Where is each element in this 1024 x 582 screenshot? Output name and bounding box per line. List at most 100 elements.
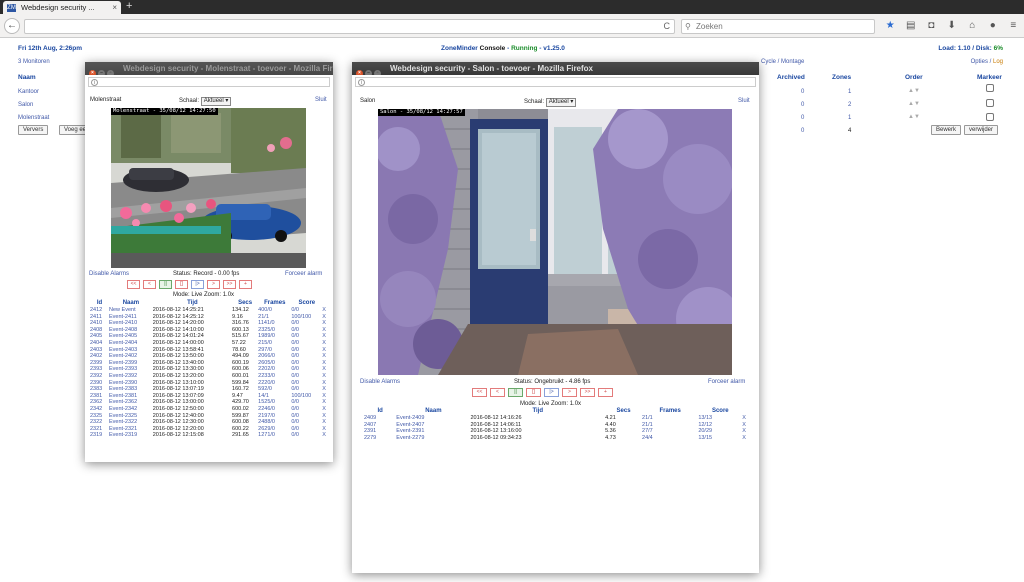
event-frames-link[interactable]: 2629/0	[258, 426, 291, 433]
event-score-link[interactable]: 0/0	[291, 432, 322, 439]
event-name-link[interactable]: Event-2325	[109, 413, 153, 420]
monitor-zones[interactable]: 1	[848, 115, 851, 121]
event-name-link[interactable]: Event-2410	[109, 320, 153, 327]
monitor-name-link[interactable]: Kantoor	[18, 89, 39, 95]
event-frames-link[interactable]: 2605/0	[258, 360, 291, 367]
event-frames-link[interactable]: 1271/0	[258, 432, 291, 439]
disable-alarms-link[interactable]: Disable Alarms	[360, 379, 400, 385]
pocket-icon[interactable]: ◘	[921, 18, 942, 34]
event-frames-link[interactable]: 2233/0	[258, 373, 291, 380]
slow-rewind-button[interactable]: <	[143, 280, 156, 289]
event-frames-link[interactable]: 21/1	[642, 422, 698, 429]
event-name-link[interactable]: Event-2319	[109, 432, 153, 439]
event-score-link[interactable]: 13/13	[698, 415, 742, 422]
event-id-link[interactable]: 2403	[90, 347, 109, 354]
slow-rewind-button[interactable]: <	[490, 388, 505, 397]
event-id-link[interactable]: 2405	[90, 333, 109, 340]
star-icon[interactable]: ★	[880, 18, 901, 34]
delete-event-icon[interactable]: X	[322, 340, 328, 347]
event-score-link[interactable]: 20/29	[698, 428, 742, 435]
event-score-link[interactable]: 13/15	[698, 435, 742, 442]
delete-event-icon[interactable]: X	[322, 419, 328, 426]
event-name-link[interactable]: Event-2321	[109, 426, 153, 433]
monitor-archived[interactable]: 0	[801, 102, 804, 108]
back-button[interactable]: ←	[4, 18, 20, 34]
event-score-link[interactable]: 0/0	[291, 307, 322, 314]
event-id-link[interactable]: 2412	[90, 307, 109, 314]
order-arrows-icon[interactable]: ▲▼	[908, 88, 920, 94]
zoom-in-button[interactable]: +	[239, 280, 252, 289]
event-score-link[interactable]: 0/0	[291, 353, 322, 360]
mark-checkbox[interactable]	[986, 113, 994, 121]
event-frames-link[interactable]: 1525/0	[258, 399, 291, 406]
event-frames-link[interactable]: 2325/0	[258, 327, 291, 334]
event-id-link[interactable]: 2393	[90, 366, 109, 373]
event-id-link[interactable]: 2399	[90, 360, 109, 367]
window-url-bar[interactable]: i	[355, 77, 756, 87]
event-name-link[interactable]: Event-2383	[109, 386, 153, 393]
play-button[interactable]: |>	[544, 388, 559, 397]
event-score-link[interactable]: 100/100	[291, 314, 322, 321]
column-score[interactable]: Score	[698, 408, 742, 415]
event-name-link[interactable]: Event-2390	[109, 380, 153, 387]
window-url-bar[interactable]: i	[88, 77, 330, 87]
event-score-link[interactable]: 0/0	[291, 347, 322, 354]
delete-event-icon[interactable]: X	[322, 320, 328, 327]
column-time[interactable]: Tijd	[470, 408, 605, 415]
event-name-link[interactable]: New Event	[109, 307, 153, 314]
url-bar[interactable]: C	[24, 19, 675, 34]
column-secs[interactable]: Secs	[605, 408, 642, 415]
event-name-link[interactable]: Event-2399	[109, 360, 153, 367]
delete-event-icon[interactable]: X	[322, 353, 328, 360]
delete-event-icon[interactable]: X	[322, 406, 328, 413]
run-state-link[interactable]: Running	[511, 45, 537, 52]
monitor-archived[interactable]: 0	[801, 115, 804, 121]
force-alarm-link[interactable]: Forceer alarm	[285, 271, 322, 277]
scale-select[interactable]: Aktueel ▾	[545, 98, 577, 107]
event-frames-link[interactable]: 27/7	[642, 428, 698, 435]
event-id-link[interactable]: 2381	[90, 393, 109, 400]
delete-event-icon[interactable]: X	[322, 314, 328, 321]
event-score-link[interactable]: 0/0	[291, 413, 322, 420]
event-id-link[interactable]: 2391	[364, 428, 396, 435]
browser-tab[interactable]: ZM Webdesign security ... ×	[3, 1, 121, 14]
event-name-link[interactable]: Event-2381	[109, 393, 153, 400]
fast-rewind-button[interactable]: <<	[472, 388, 487, 397]
event-name-link[interactable]: Event-2392	[109, 373, 153, 380]
event-name-link[interactable]: Event-2404	[109, 340, 153, 347]
delete-event-icon[interactable]: X	[322, 373, 328, 380]
event-id-link[interactable]: 2322	[90, 419, 109, 426]
pause-button[interactable]: ||	[159, 280, 172, 289]
close-link[interactable]: Sluit	[315, 97, 327, 103]
info-icon[interactable]: i	[91, 78, 98, 86]
event-score-link[interactable]: 0/0	[291, 320, 322, 327]
event-frames-link[interactable]: 21/1	[642, 415, 698, 422]
fast-rewind-button[interactable]: <<	[127, 280, 140, 289]
zoom-in-button[interactable]: +	[598, 388, 613, 397]
event-score-link[interactable]: 0/0	[291, 399, 322, 406]
order-arrows-icon[interactable]: ▲▼	[908, 114, 920, 120]
event-name-link[interactable]: Event-2405	[109, 333, 153, 340]
event-name-link[interactable]: Event-2342	[109, 406, 153, 413]
event-score-link[interactable]: 0/0	[291, 327, 322, 334]
event-name-link[interactable]: Event-2408	[109, 327, 153, 334]
window-minimize-icon[interactable]: –	[365, 70, 372, 75]
event-frames-link[interactable]: 1989/0	[258, 333, 291, 340]
event-id-link[interactable]: 2402	[90, 353, 109, 360]
options-link[interactable]: Opties /	[971, 59, 993, 65]
event-frames-link[interactable]: 2246/0	[258, 406, 291, 413]
event-score-link[interactable]: 0/0	[291, 426, 322, 433]
column-score[interactable]: Score	[291, 300, 322, 307]
window-maximize-icon[interactable]: ▫	[107, 70, 114, 75]
event-score-link[interactable]: 100/100	[291, 393, 322, 400]
home-icon[interactable]: ⌂	[962, 18, 983, 34]
delete-event-icon[interactable]: X	[322, 327, 328, 334]
delete-event-icon[interactable]: X	[742, 422, 752, 429]
event-frames-link[interactable]: 400/0	[258, 307, 291, 314]
delete-event-icon[interactable]: X	[322, 399, 328, 406]
event-id-link[interactable]: 2407	[364, 422, 396, 429]
force-alarm-link[interactable]: Forceer alarm	[708, 379, 745, 385]
event-name-link[interactable]: Event-2409	[396, 415, 470, 422]
event-score-link[interactable]: 0/0	[291, 360, 322, 367]
event-name-link[interactable]: Event-2362	[109, 399, 153, 406]
